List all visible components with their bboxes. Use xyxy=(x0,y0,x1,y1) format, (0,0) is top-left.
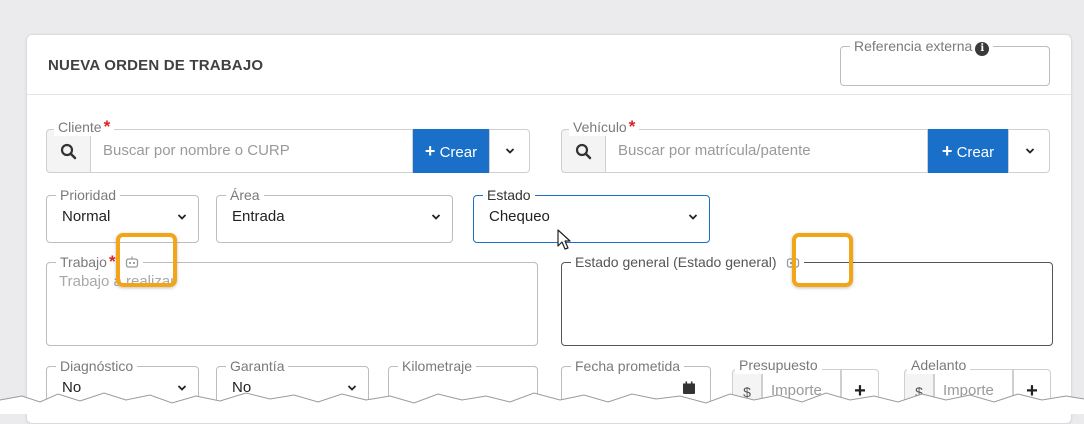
cliente-search-input[interactable]: Buscar por nombre o CURP xyxy=(90,129,413,173)
estado-value: Chequeo xyxy=(489,208,550,225)
area-select[interactable]: Área Entrada xyxy=(216,186,453,243)
vehiculo-search-input[interactable]: Buscar por matrícula/patente xyxy=(605,129,928,173)
prioridad-label: Prioridad xyxy=(56,186,121,204)
kilometraje-label: Kilometraje xyxy=(398,357,477,375)
required-mark: * xyxy=(108,252,116,271)
cliente-field: Cliente * Buscar por nombre o CURP + Crea… xyxy=(46,118,530,174)
chevron-down-icon xyxy=(431,214,441,220)
fecha-prometida-label: Fecha prometida xyxy=(571,357,685,375)
area-label: Área xyxy=(226,186,264,204)
required-mark: * xyxy=(628,117,636,136)
cliente-label: Cliente xyxy=(58,119,102,135)
chevron-down-icon xyxy=(1025,148,1035,154)
external-reference-field[interactable]: Referencia externa i xyxy=(840,37,1050,86)
cliente-search-group: Buscar por nombre o CURP + Crear xyxy=(46,129,530,173)
chevron-down-icon xyxy=(505,148,515,154)
plus-icon: + xyxy=(424,141,436,161)
estado-select[interactable]: Estado Chequeo xyxy=(473,186,710,243)
cliente-dropdown-button[interactable] xyxy=(489,129,530,173)
chevron-down-icon xyxy=(177,214,187,220)
vehiculo-field: Vehículo * Buscar por matrícula/patente +… xyxy=(561,118,1050,174)
prioridad-value: Normal xyxy=(62,208,111,225)
info-icon[interactable]: i xyxy=(975,42,990,56)
card-header: NUEVA ORDEN DE TRABAJO Referencia extern… xyxy=(27,35,1071,95)
estado-general-label: Estado general (Estado general) xyxy=(575,254,777,270)
vehiculo-crear-button[interactable]: + Crear xyxy=(928,129,1008,173)
plus-icon: + xyxy=(941,141,953,161)
adelanto-label: Adelanto xyxy=(907,356,971,374)
trabajo-label: Trabajo xyxy=(60,254,107,270)
vehiculo-label: Vehículo xyxy=(573,119,627,135)
estado-label: Estado xyxy=(483,186,535,204)
required-mark: * xyxy=(103,117,111,136)
area-value: Entrada xyxy=(232,208,285,225)
chevron-down-icon xyxy=(688,214,698,220)
garantia-label: Garantía xyxy=(226,357,289,375)
robot-icon-highlight xyxy=(792,233,853,287)
external-reference-label: Referencia externa xyxy=(854,38,973,54)
robot-icon-highlight xyxy=(116,233,177,287)
diagnostico-label: Diagnóstico xyxy=(56,357,138,375)
page-title: NUEVA ORDEN DE TRABAJO xyxy=(48,57,264,74)
presupuesto-label: Presupuesto xyxy=(735,356,822,374)
mouse-cursor-icon xyxy=(557,229,571,250)
cliente-crear-button[interactable]: + Crear xyxy=(413,129,489,173)
vehiculo-dropdown-button[interactable] xyxy=(1008,129,1050,173)
